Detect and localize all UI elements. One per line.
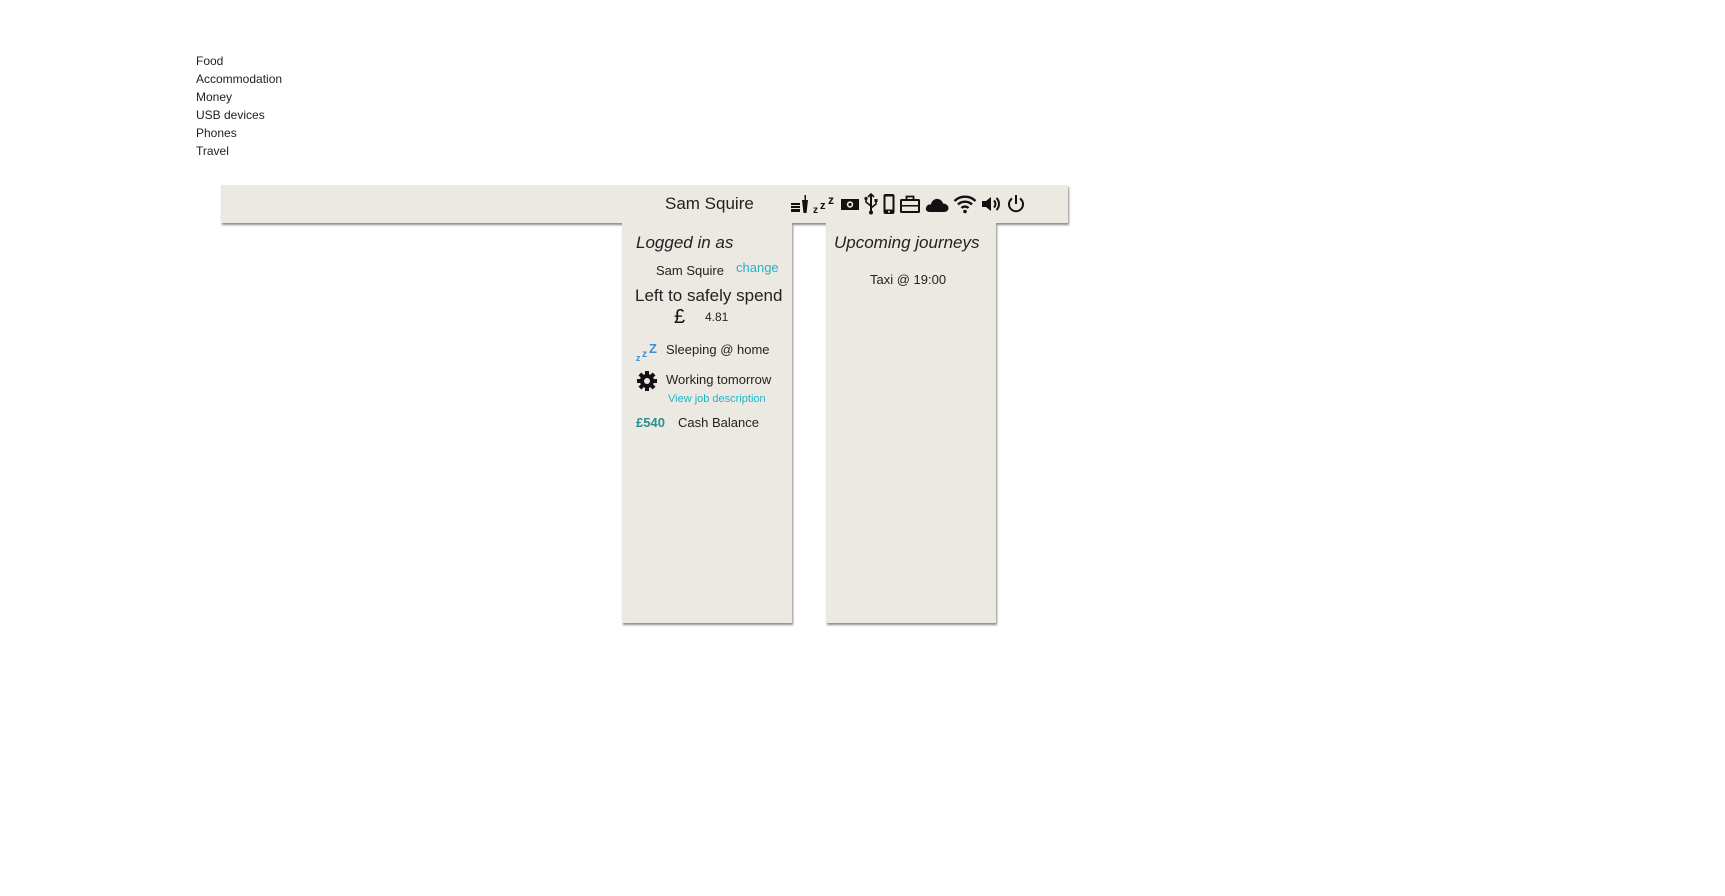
menu-item-travel[interactable]: Travel [196,142,282,160]
money-icon[interactable] [840,192,860,216]
svg-text:Z: Z [649,342,657,356]
spend-heading: Left to safely spend [635,286,783,305]
menu-item-usb-devices[interactable]: USB devices [196,106,282,124]
usb-icon[interactable] [863,192,879,216]
wifi-icon[interactable] [953,192,977,216]
volume-icon[interactable] [980,192,1002,216]
svg-text:z: z [828,194,834,207]
status-panel: Logged in as Sam Squire change Left to s… [622,223,792,623]
category-menu: Food Accommodation Money USB devices Pho… [196,52,282,160]
cash-amount: £540 [636,415,665,430]
briefcase-icon[interactable] [899,192,921,216]
food-drink-icon[interactable] [790,192,810,216]
svg-text:z: z [636,353,641,362]
pound-icon: £ [674,306,686,328]
menu-item-phones[interactable]: Phones [196,124,282,142]
logged-in-heading: Logged in as [636,233,734,252]
working-status: Working tomorrow [666,372,772,387]
menu-item-food[interactable]: Food [196,52,282,70]
change-user-link[interactable]: change [736,260,779,275]
phone-icon[interactable] [882,192,896,216]
journey-item[interactable]: Taxi @ 19:00 [870,272,946,287]
sleep-icon[interactable]: z z z [813,192,837,216]
top-bar: Sam Squire z z z [221,185,1068,223]
gear-icon [636,370,658,392]
system-tray: z z z [790,192,1030,216]
cloud-icon[interactable] [924,192,950,216]
journeys-heading: Upcoming journeys [834,233,980,252]
svg-text:z: z [820,200,826,212]
svg-text:z: z [813,205,818,214]
spend-amount: 4.81 [705,310,729,324]
menu-item-money[interactable]: Money [196,88,282,106]
menu-item-accommodation[interactable]: Accommodation [196,70,282,88]
view-job-description-link[interactable]: View job description [668,393,766,405]
power-icon[interactable] [1005,192,1027,216]
svg-text:z: z [642,349,647,360]
journeys-panel: Upcoming journeys Taxi @ 19:00 [826,223,996,623]
sleep-status-icon: z z Z [636,341,660,363]
cash-balance-label: Cash Balance [678,415,759,430]
sleeping-status: Sleeping @ home [666,342,770,357]
logged-in-user-name: Sam Squire [656,263,724,278]
top-bar-user-name[interactable]: Sam Squire [665,194,754,214]
